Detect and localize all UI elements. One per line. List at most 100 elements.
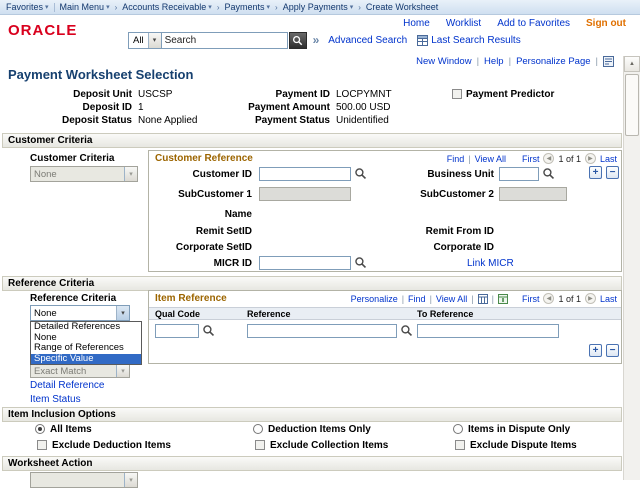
page-title: Payment Worksheet Selection bbox=[8, 67, 193, 82]
breadcrumb-item-payments[interactable]: Payments ▾ bbox=[224, 2, 270, 12]
last-link[interactable]: Last bbox=[600, 154, 617, 164]
download-grid-icon[interactable] bbox=[498, 294, 508, 304]
chevron-down-icon: ▾ bbox=[208, 3, 212, 11]
exact-match-select-value: Exact Match bbox=[31, 365, 116, 377]
help-link[interactable]: Help bbox=[484, 56, 504, 67]
items-in-dispute-only-radio[interactable] bbox=[453, 424, 463, 434]
previous-page-button[interactable]: ◀ bbox=[543, 153, 554, 164]
all-items-label: All Items bbox=[50, 424, 92, 435]
delete-row-button[interactable]: − bbox=[606, 166, 619, 179]
next-page-button[interactable]: ▶ bbox=[585, 153, 596, 164]
first-link[interactable]: First bbox=[522, 294, 540, 304]
qual-code-lookup-icon[interactable] bbox=[202, 324, 215, 337]
items-in-dispute-only-label: Items in Dispute Only bbox=[468, 424, 570, 435]
to-reference-input[interactable] bbox=[417, 324, 559, 338]
next-page-button[interactable]: ▶ bbox=[585, 293, 596, 304]
breadcrumb-item-apply-payments[interactable]: Apply Payments ▾ bbox=[283, 2, 354, 12]
micr-id-lookup-icon[interactable] bbox=[354, 256, 367, 269]
chevron-down-icon: ▾ bbox=[116, 365, 129, 377]
reference-input[interactable] bbox=[247, 324, 397, 338]
chevron-down-icon: ▾ bbox=[124, 167, 137, 181]
chevron-down-icon: ▾ bbox=[106, 3, 110, 11]
search-icon bbox=[292, 35, 303, 46]
payment-predictor-checkbox[interactable] bbox=[452, 89, 462, 99]
scroll-up-button[interactable]: ▲ bbox=[624, 56, 640, 72]
exclude-deduction-items-checkbox[interactable] bbox=[37, 440, 47, 450]
find-link[interactable]: Find bbox=[408, 294, 426, 304]
reference-lookup-icon[interactable] bbox=[400, 324, 413, 337]
dropdown-option-highlighted[interactable]: Specific Value bbox=[31, 354, 141, 365]
chevron-down-icon[interactable]: ▾ bbox=[148, 33, 161, 48]
view-all-link[interactable]: View All bbox=[475, 154, 506, 164]
home-link[interactable]: Home bbox=[403, 18, 430, 29]
detail-reference-link[interactable]: Detail Reference bbox=[30, 380, 104, 391]
exclude-collection-items-checkbox[interactable] bbox=[255, 440, 265, 450]
find-link[interactable]: Find bbox=[447, 154, 465, 164]
pipe-separator: | bbox=[492, 294, 494, 304]
column-header-to-reference: To Reference bbox=[417, 309, 473, 319]
breadcrumb-label: Accounts Receivable bbox=[122, 2, 206, 12]
add-row-button[interactable]: + bbox=[589, 166, 602, 179]
page-options-icon[interactable] bbox=[603, 56, 614, 67]
all-items-radio[interactable] bbox=[35, 424, 45, 434]
breadcrumb-item-main-menu[interactable]: Main Menu ▾ bbox=[60, 2, 110, 12]
breadcrumb-item-accounts-receivable[interactable]: Accounts Receivable ▾ bbox=[122, 2, 212, 12]
dropdown-option[interactable]: Detailed References bbox=[31, 322, 141, 333]
pipe-separator: | bbox=[430, 294, 432, 304]
view-all-link[interactable]: View All bbox=[436, 294, 467, 304]
last-search-results-link[interactable]: Last Search Results bbox=[431, 35, 521, 46]
previous-page-button[interactable]: ◀ bbox=[543, 293, 554, 304]
business-unit-input[interactable] bbox=[499, 167, 539, 181]
business-unit-lookup-icon[interactable] bbox=[542, 167, 555, 180]
add-row-button[interactable]: + bbox=[589, 344, 602, 357]
breadcrumb: Favorites ▾ Main Menu ▾ › Accounts Recei… bbox=[0, 0, 640, 15]
customer-id-input[interactable] bbox=[259, 167, 351, 181]
scrollbar-thumb[interactable] bbox=[625, 74, 639, 136]
last-search-results-icon[interactable] bbox=[417, 35, 428, 46]
payment-status-value: Unidentified bbox=[336, 115, 389, 126]
pipe-separator: | bbox=[468, 154, 470, 164]
customer-criteria-select[interactable]: None ▾ bbox=[30, 166, 138, 182]
micr-id-input[interactable] bbox=[259, 256, 351, 270]
scroll-up-icon: ▲ bbox=[629, 61, 635, 67]
deposit-unit-value: USCSP bbox=[138, 89, 172, 100]
personalize-link[interactable]: Personalize bbox=[351, 294, 398, 304]
delete-row-button[interactable]: − bbox=[606, 344, 619, 357]
chevron-down-icon[interactable]: ▾ bbox=[116, 306, 129, 320]
add-to-favorites-link[interactable]: Add to Favorites bbox=[497, 18, 570, 29]
advanced-search-link[interactable]: Advanced Search bbox=[328, 35, 407, 46]
breadcrumb-item-create-worksheet[interactable]: Create Worksheet bbox=[366, 2, 438, 12]
customer-id-lookup-icon[interactable] bbox=[354, 167, 367, 180]
search-input[interactable] bbox=[162, 32, 288, 49]
first-link[interactable]: First bbox=[522, 154, 540, 164]
reference-criteria-select[interactable]: None ▾ bbox=[30, 305, 130, 321]
breadcrumb-label: Favorites bbox=[6, 2, 43, 12]
exclude-collection-items-label: Exclude Collection Items bbox=[270, 440, 388, 451]
vertical-scrollbar[interactable]: ▲ bbox=[623, 56, 640, 480]
pipe-separator: | bbox=[596, 56, 598, 67]
search-button[interactable] bbox=[289, 32, 307, 49]
dropdown-option[interactable]: Range of References bbox=[31, 343, 141, 354]
breadcrumb-item-favorites[interactable]: Favorites ▾ bbox=[6, 2, 49, 12]
search-scope-value: All bbox=[129, 33, 148, 48]
pipe-separator: | bbox=[402, 294, 404, 304]
reference-criteria-section-header: Reference Criteria bbox=[2, 276, 622, 291]
new-window-link[interactable]: New Window bbox=[416, 56, 471, 67]
last-link[interactable]: Last bbox=[600, 294, 617, 304]
exclude-dispute-items-checkbox[interactable] bbox=[455, 440, 465, 450]
group-title: Customer Reference bbox=[155, 153, 253, 164]
link-micr-link[interactable]: Link MICR bbox=[467, 258, 514, 269]
worksheet-action-select[interactable]: ▾ bbox=[30, 472, 138, 488]
top-links: Home Worklist Add to Favorites Sign out bbox=[403, 18, 626, 29]
deduction-items-only-radio[interactable] bbox=[253, 424, 263, 434]
corporate-setid-label: Corporate SetID bbox=[149, 242, 252, 253]
customer-criteria-field-label: Customer Criteria bbox=[30, 153, 114, 164]
personalize-page-link[interactable]: Personalize Page bbox=[516, 56, 590, 67]
reference-criteria-dropdown-list: Detailed References None Range of Refere… bbox=[30, 321, 142, 365]
sign-out-link[interactable]: Sign out bbox=[586, 18, 626, 29]
zoom-grid-icon[interactable] bbox=[478, 294, 488, 304]
search-scope-select[interactable]: All ▾ bbox=[128, 32, 162, 49]
item-status-link[interactable]: Item Status bbox=[30, 394, 81, 405]
qual-code-input[interactable] bbox=[155, 324, 199, 338]
worklist-link[interactable]: Worklist bbox=[446, 18, 481, 29]
